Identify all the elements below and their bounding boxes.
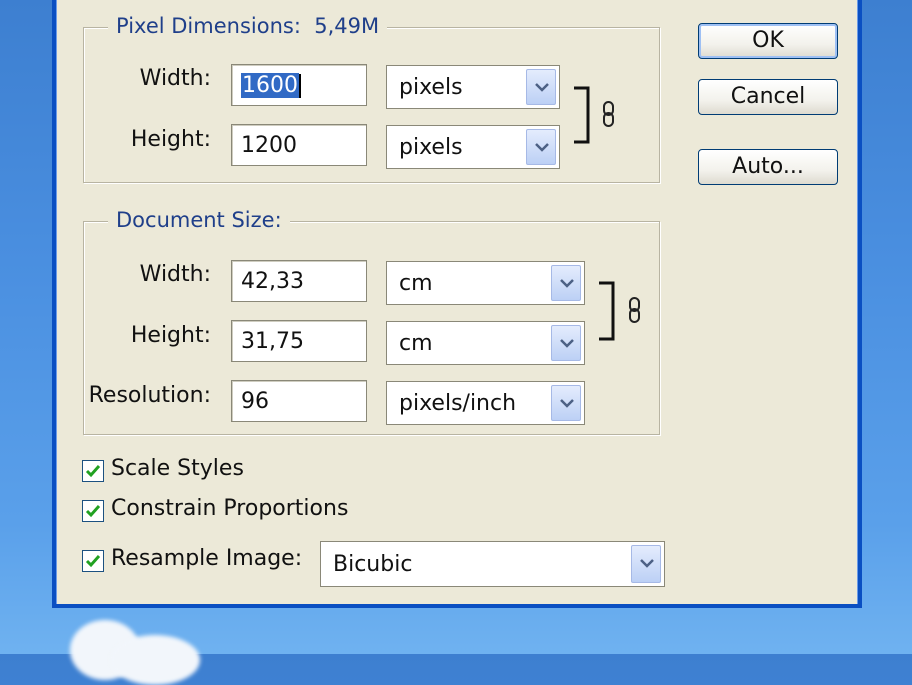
chain-link-icon <box>603 101 614 127</box>
resample-image-label[interactable]: Resample Image: <box>111 546 302 571</box>
pixel-width-label: Width: <box>139 66 211 91</box>
doc-height-input[interactable]: 31,75 <box>231 320 367 362</box>
chevron-down-icon[interactable] <box>526 129 556 165</box>
doc-height-label: Height: <box>130 323 211 348</box>
pixel-width-unit: pixels <box>399 75 463 100</box>
resample-method: Bicubic <box>333 552 413 577</box>
pixel-width-value: 1600 <box>241 73 299 98</box>
checkmark-icon <box>85 555 101 568</box>
doc-height-value: 31,75 <box>241 329 304 354</box>
constrain-proportions-label[interactable]: Constrain Proportions <box>111 496 348 521</box>
auto-button[interactable]: Auto... <box>698 149 838 185</box>
resolution-value: 96 <box>241 389 269 414</box>
pixel-dimensions-legend: Pixel Dimensions: 5,49M <box>108 14 388 38</box>
chevron-down-icon[interactable] <box>551 265 581 301</box>
chevron-down-icon[interactable] <box>631 545 661 583</box>
doc-width-unit: cm <box>399 271 433 296</box>
pixel-height-unit: pixels <box>399 135 463 160</box>
resolution-label: Resolution: <box>88 383 211 408</box>
chevron-down-icon[interactable] <box>526 69 556 105</box>
doc-height-unit-select[interactable]: cm <box>386 321 585 365</box>
chevron-down-icon[interactable] <box>551 385 581 421</box>
checkmark-icon <box>85 505 101 518</box>
pixel-dimensions-size: 5,49M <box>314 14 380 38</box>
resample-image-checkbox[interactable] <box>82 550 104 572</box>
doc-width-value: 42,33 <box>241 269 304 294</box>
pixel-width-unit-select[interactable]: pixels <box>386 65 560 109</box>
pixel-height-input[interactable]: 1200 <box>231 124 367 166</box>
resample-method-select[interactable]: Bicubic <box>320 541 665 587</box>
pixel-height-unit-select[interactable]: pixels <box>386 125 560 169</box>
doc-width-input[interactable]: 42,33 <box>231 260 367 302</box>
pixel-link-bracket <box>574 86 590 144</box>
pixel-height-value: 1200 <box>241 133 297 158</box>
pixel-height-label: Height: <box>130 127 211 152</box>
constrain-proportions-checkbox[interactable] <box>82 500 104 522</box>
resolution-unit: pixels/inch <box>399 391 517 416</box>
scale-styles-checkbox[interactable] <box>82 460 104 482</box>
doc-width-label: Width: <box>139 262 211 287</box>
doc-height-unit: cm <box>399 331 433 356</box>
scale-styles-label[interactable]: Scale Styles <box>111 456 244 481</box>
pixel-width-input[interactable]: 1600 <box>231 64 367 106</box>
cloud-decoration <box>110 635 200 685</box>
resolution-input[interactable]: 96 <box>231 380 367 422</box>
ok-button[interactable]: OK <box>698 23 838 59</box>
resolution-unit-select[interactable]: pixels/inch <box>386 381 585 425</box>
checkmark-icon <box>85 465 101 478</box>
cancel-button[interactable]: Cancel <box>698 79 838 115</box>
image-size-dialog: Pixel Dimensions: 5,49M Width: 1600 pixe… <box>52 0 862 608</box>
chevron-down-icon[interactable] <box>551 325 581 361</box>
doc-width-unit-select[interactable]: cm <box>386 261 585 305</box>
doc-link-bracket <box>599 281 615 341</box>
chain-link-icon <box>629 297 640 323</box>
document-size-legend: Document Size: <box>108 208 290 232</box>
